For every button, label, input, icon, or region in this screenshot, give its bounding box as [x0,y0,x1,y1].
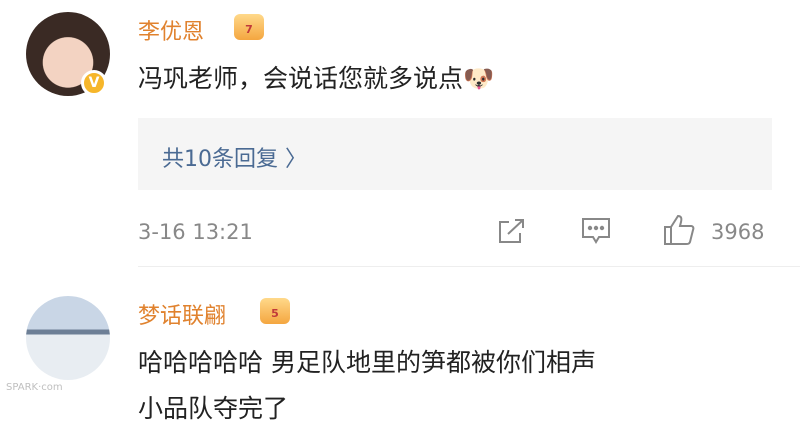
share-icon[interactable] [496,218,526,246]
avatar[interactable] [26,296,110,380]
watermark: SPARK·com [6,382,63,393]
vip-crown-icon: 5 [260,298,290,324]
username[interactable]: 梦话联翩 [138,298,226,330]
comment-body: 冯巩老师，会说话您就多说点 [138,64,464,93]
view-replies-link[interactable]: 共10条回复 〉 [162,141,307,173]
divider [138,266,800,267]
comment-icon[interactable] [580,216,612,246]
username[interactable]: 李优恩 [138,14,204,46]
comment-text: 冯巩老师，会说话您就多说点🐶 [138,56,494,102]
comment-text: 哈哈哈哈哈 男足队地里的笋都被你们相声 [138,348,596,377]
comment-timestamp: 3-16 13:21 [138,220,253,244]
like-count: 3968 [711,220,765,244]
vip-crown-icon: 7 [234,14,264,40]
dog-emoji-icon: 🐶 [463,64,495,93]
verified-badge-icon: V [81,70,107,96]
comment-text: 小品队夺完了 [138,394,289,423]
like-icon[interactable] [662,213,696,247]
reply-summary-box[interactable]: 共10条回复 〉 [138,118,772,190]
